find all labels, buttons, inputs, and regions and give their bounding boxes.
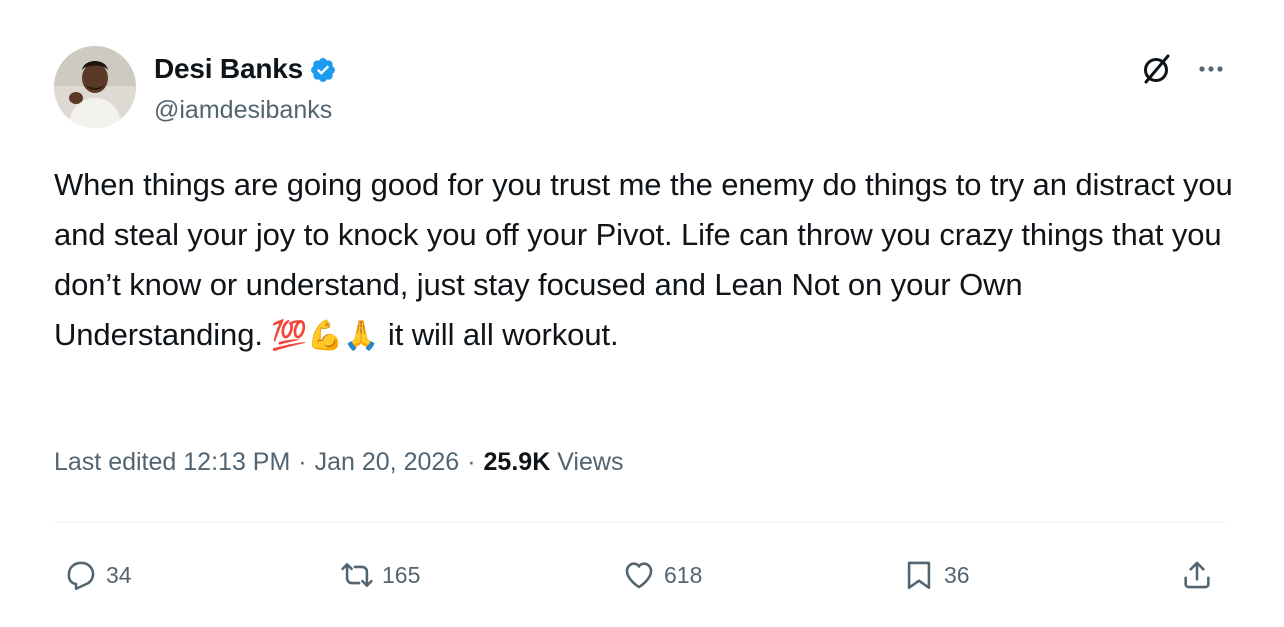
tweet-text: When things are going good for you trust… [54, 160, 1234, 360]
author-name-row[interactable]: Desi Banks [154, 53, 337, 85]
author-display-name[interactable]: Desi Banks [154, 53, 303, 85]
tweet-text-tail: it will all workout. [387, 317, 619, 352]
emoji-sequence: 💯💪🙏 [271, 318, 380, 352]
bookmark-count: 36 [944, 561, 970, 588]
divider [54, 522, 1226, 523]
repost-icon [341, 563, 373, 587]
edit-history-link[interactable]: Last edited 12:13 PM [54, 448, 290, 477]
tweet-header-actions [1140, 52, 1226, 86]
heart-icon [625, 562, 653, 589]
views-link[interactable]: 25.9K Views [484, 448, 624, 477]
tweet-date[interactable]: Jan 20, 2026 [315, 448, 460, 477]
tweet-meta: Last edited 12:13 PM · Jan 20, 2026 · 25… [54, 448, 623, 477]
verified-badge-icon [311, 58, 335, 82]
share-button[interactable] [1180, 548, 1214, 602]
author-handle[interactable]: @iamdesibanks [154, 96, 332, 125]
repost-button[interactable]: 165 [340, 548, 420, 602]
bookmark-button[interactable]: 36 [902, 548, 970, 602]
tweet-time: 12:13 PM [183, 448, 291, 476]
avatar-image [54, 46, 136, 128]
grok-icon[interactable] [1140, 52, 1174, 86]
reply-icon [67, 561, 95, 591]
views-count: 25.9K [483, 448, 551, 476]
views-label: Views [557, 448, 624, 476]
like-count: 618 [664, 561, 703, 588]
reply-button[interactable]: 34 [64, 548, 132, 602]
tweet-text-main: When things are going good for you trust… [54, 167, 1233, 352]
avatar[interactable] [54, 46, 136, 128]
more-icon[interactable] [1196, 54, 1226, 84]
meta-separator: · [467, 448, 476, 476]
meta-separator: · [298, 448, 307, 476]
share-icon [1184, 561, 1210, 589]
like-button[interactable]: 618 [622, 548, 702, 602]
engagement-bar: 34 165 618 36 [54, 548, 1226, 602]
bookmark-icon [907, 561, 931, 590]
repost-count: 165 [382, 561, 421, 588]
edited-label: Last edited [54, 448, 177, 476]
tweet-card: Desi Banks @iamdesibanks When things are… [0, 0, 1284, 627]
reply-count: 34 [106, 561, 132, 588]
